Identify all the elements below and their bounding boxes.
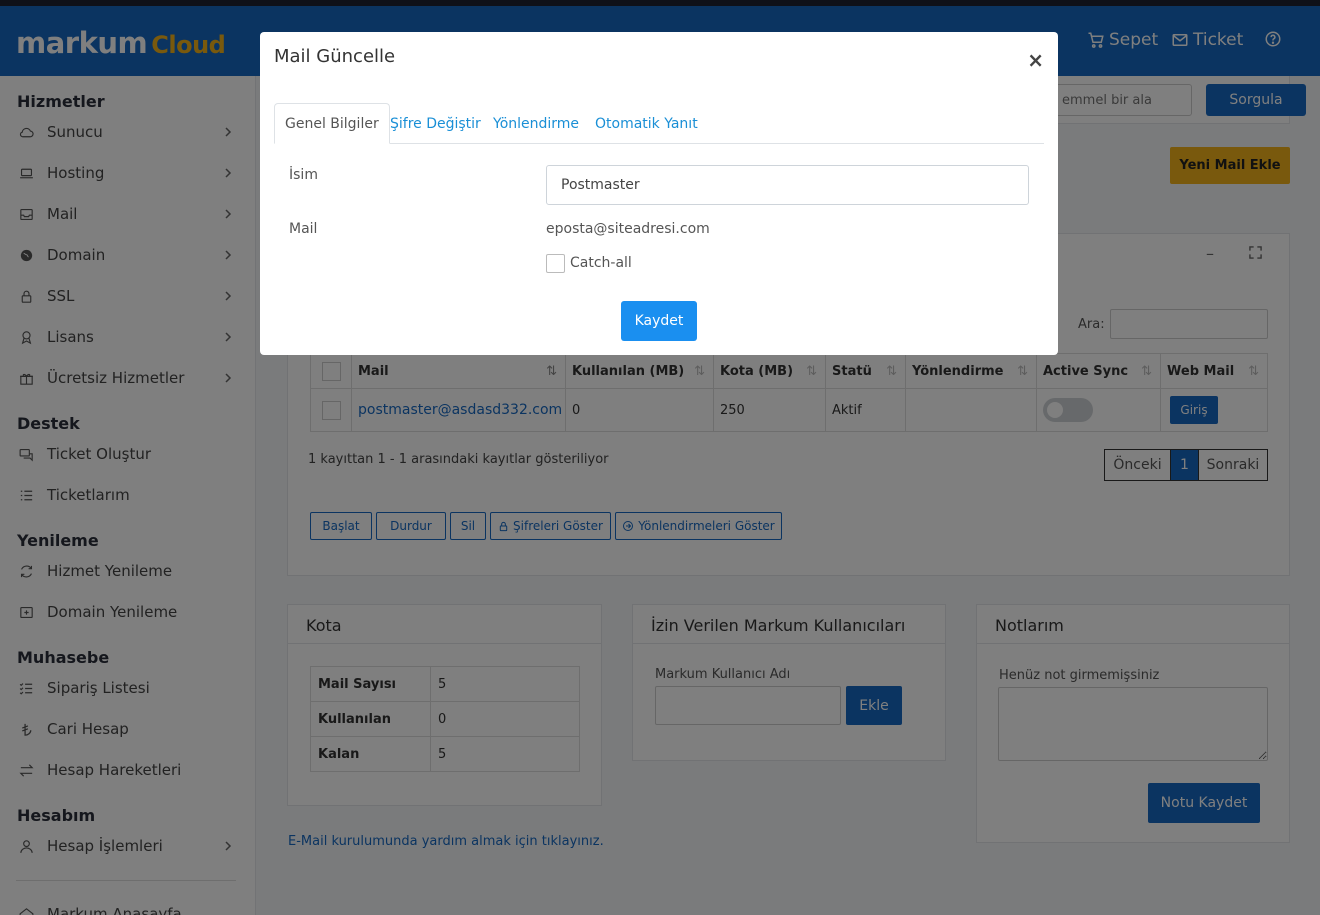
- tab-redirect[interactable]: Yönlendirme: [493, 103, 579, 144]
- save-button[interactable]: Kaydet: [621, 301, 697, 341]
- close-icon[interactable]: ×: [1027, 48, 1044, 72]
- mail-label: Mail: [289, 221, 318, 237]
- tab-general-info[interactable]: Genel Bilgiler: [274, 103, 390, 144]
- tab-change-password[interactable]: Şifre Değiştir: [390, 103, 481, 144]
- modal-title: Mail Güncelle: [274, 46, 396, 67]
- tab-auto-reply[interactable]: Otomatik Yanıt: [595, 103, 698, 144]
- modal-tabs: Genel Bilgiler Şifre Değiştir Yönlendirm…: [274, 103, 1044, 144]
- catchall-label: Catch-all: [570, 255, 632, 271]
- catchall-checkbox[interactable]: [546, 254, 565, 273]
- name-label: İsim: [289, 167, 318, 183]
- mail-value: eposta@siteadresi.com: [546, 221, 710, 237]
- mail-update-modal: Mail Güncelle × Genel Bilgiler Şifre Değ…: [260, 32, 1058, 355]
- name-input[interactable]: [546, 165, 1029, 205]
